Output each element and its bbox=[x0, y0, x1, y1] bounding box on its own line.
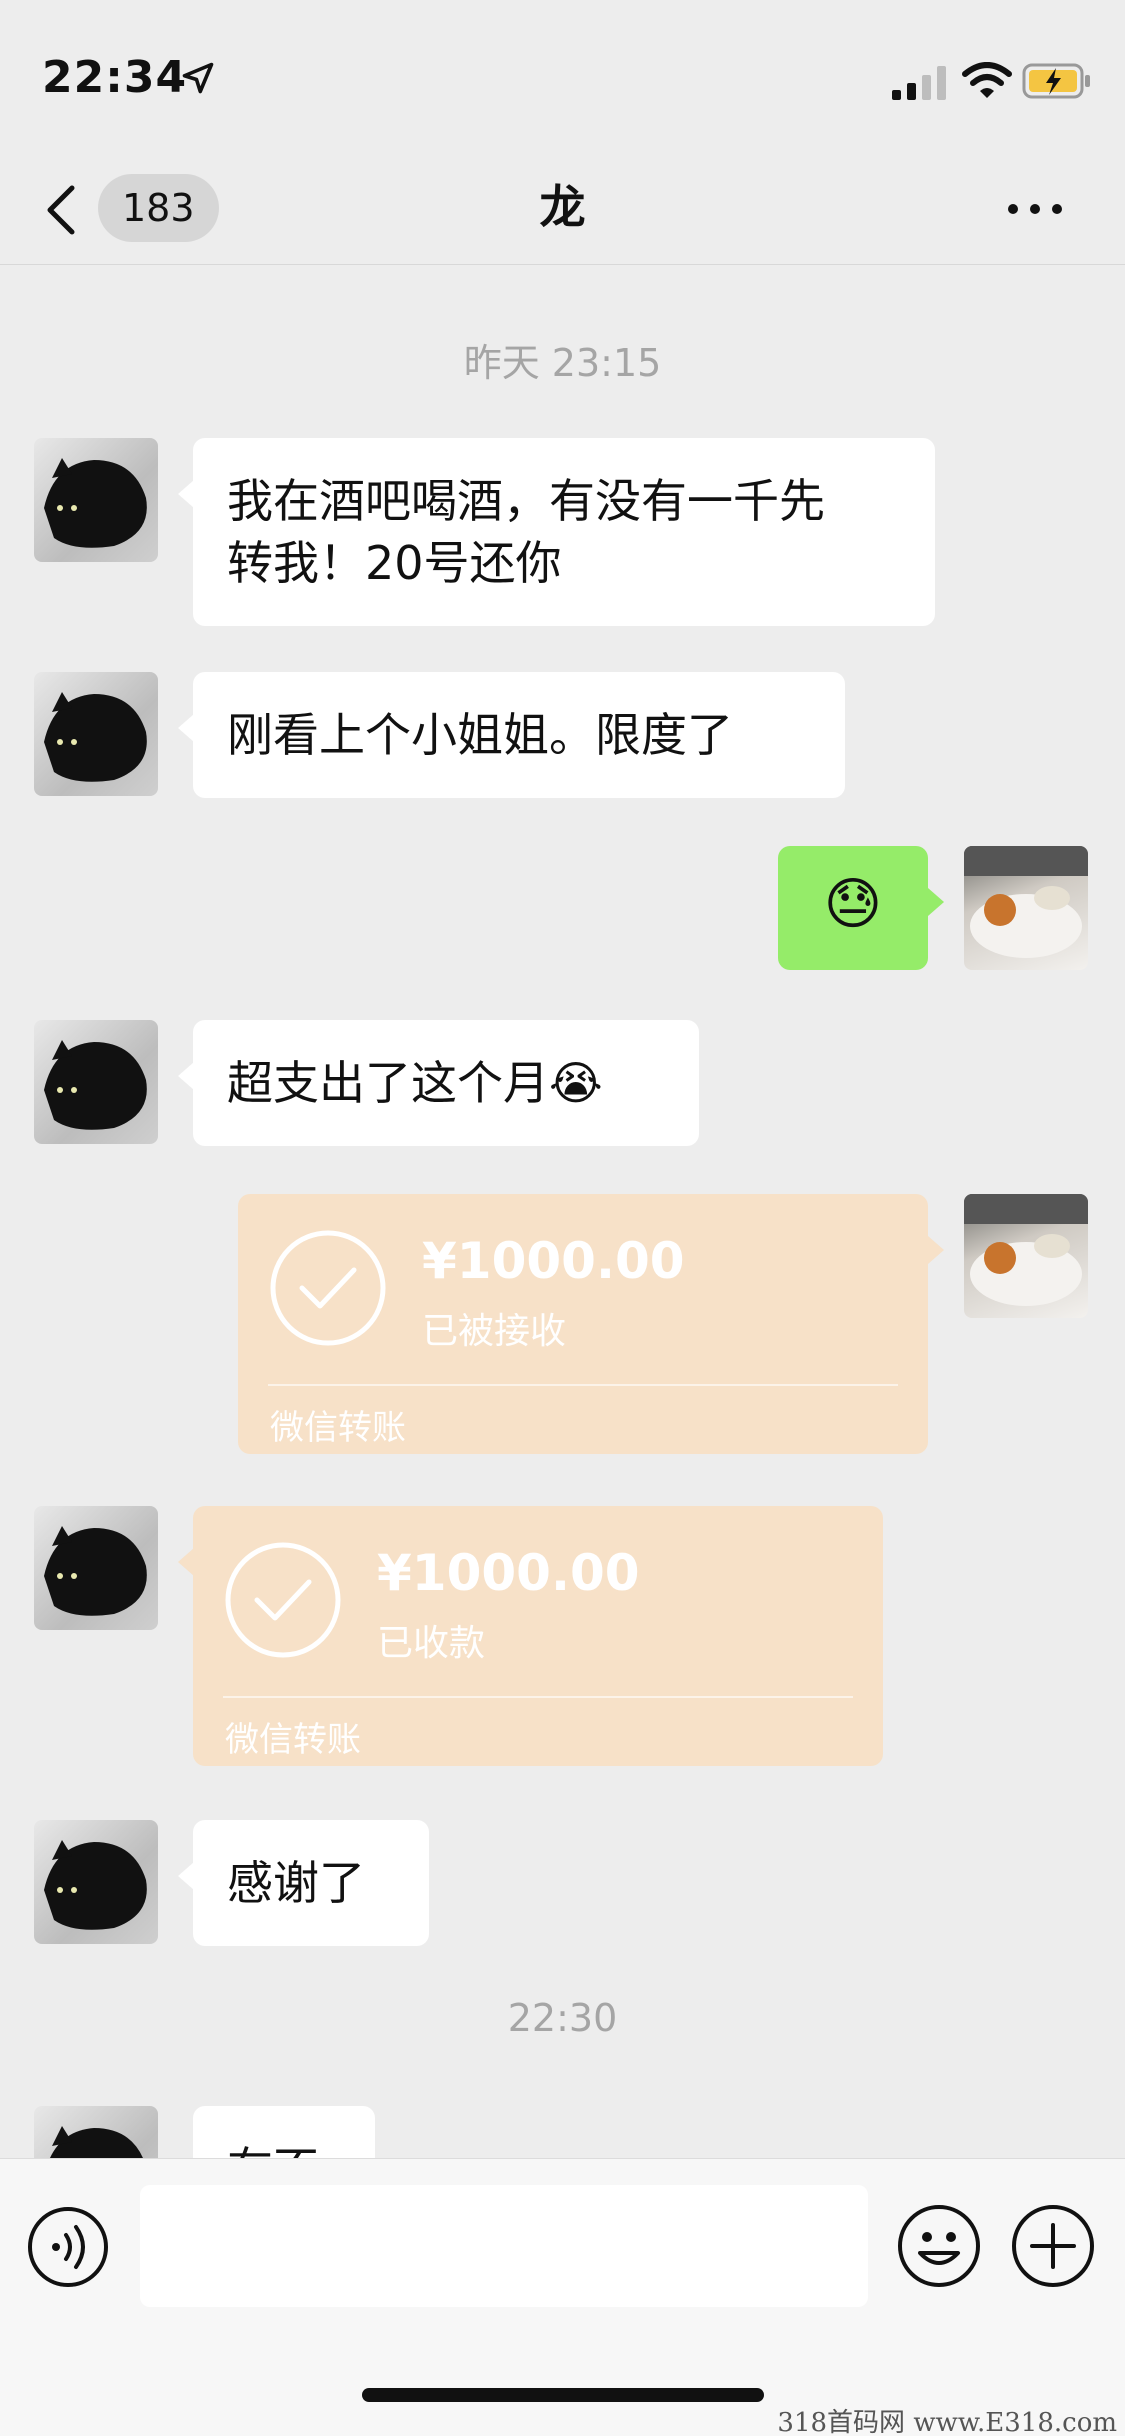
unread-count-badge: 183 bbox=[98, 174, 219, 242]
chevron-left-icon bbox=[47, 185, 75, 235]
voice-input-icon[interactable] bbox=[26, 2205, 110, 2289]
contact-avatar[interactable] bbox=[34, 1506, 158, 1630]
food-avatar-image bbox=[964, 846, 1088, 958]
check-circle-icon bbox=[270, 1230, 386, 1346]
check-circle-icon bbox=[225, 1542, 341, 1658]
transfer-amount: ¥1000.00 bbox=[377, 1544, 640, 1602]
plus-circle-icon[interactable] bbox=[1010, 2203, 1096, 2289]
contact-avatar[interactable] bbox=[34, 1020, 158, 1144]
contact-avatar[interactable] bbox=[34, 672, 158, 796]
transfer-status: 已收款 bbox=[377, 1623, 486, 1664]
transfer-card[interactable]: ¥1000.00 已收款 微信转账 bbox=[193, 1506, 883, 1766]
location-arrow-icon bbox=[182, 62, 214, 94]
transfer-footer: 微信转账 bbox=[270, 1408, 406, 1448]
timestamp: 昨天 23:15 bbox=[463, 341, 662, 385]
message-bubble[interactable]: 在不 bbox=[193, 2106, 375, 2158]
status-time: 22:34 bbox=[42, 52, 188, 103]
cat-avatar-image bbox=[44, 1040, 147, 1130]
more-button[interactable] bbox=[1000, 178, 1070, 238]
home-indicator[interactable] bbox=[362, 2388, 764, 2402]
message-input[interactable] bbox=[140, 2185, 868, 2307]
message-bubble[interactable]: 超支出了这个月😭 bbox=[193, 1020, 699, 1146]
emoji-message-bubble[interactable]: 😓 bbox=[778, 846, 928, 970]
message-bubble[interactable]: 刚看上个小姐姐。限度了 bbox=[193, 672, 845, 798]
more-dots-icon bbox=[1008, 204, 1018, 214]
watermark: 318首码网 www.E318.com bbox=[777, 2408, 1117, 2436]
message-bubble[interactable]: 我在酒吧喝酒，有没有一千先 转我！20号还你 bbox=[193, 438, 935, 626]
nav-bar: 183 龙 bbox=[0, 150, 1125, 265]
contact-avatar[interactable] bbox=[34, 2106, 158, 2158]
chat-message-list[interactable]: 昨天 23:15 我在酒吧喝酒，有没有一千先 转我！20号还你 刚看上个小姐姐。… bbox=[0, 266, 1125, 2158]
wifi-icon bbox=[962, 62, 1012, 98]
timestamp: 22:30 bbox=[507, 1996, 618, 2040]
divider bbox=[223, 1696, 853, 1698]
cellular-signal-icon bbox=[892, 66, 946, 100]
cat-avatar-image bbox=[44, 692, 147, 782]
my-avatar[interactable] bbox=[964, 1194, 1088, 1318]
cat-avatar-image bbox=[44, 1526, 147, 1616]
cat-avatar-image bbox=[44, 458, 147, 548]
cat-avatar-image bbox=[44, 1840, 147, 1930]
food-avatar-image bbox=[964, 1194, 1088, 1306]
transfer-card[interactable]: ¥1000.00 已被接收 微信转账 bbox=[238, 1194, 928, 1454]
transfer-footer: 微信转账 bbox=[225, 1720, 361, 1760]
emoji-smile-icon[interactable] bbox=[896, 2203, 982, 2289]
contact-avatar[interactable] bbox=[34, 1820, 158, 1944]
transfer-status: 已被接收 bbox=[422, 1311, 567, 1352]
divider bbox=[268, 1384, 898, 1386]
status-bar: 22:34 bbox=[0, 0, 1125, 150]
back-button[interactable]: 183 bbox=[36, 170, 226, 246]
cat-avatar-image bbox=[49, 2126, 143, 2158]
my-avatar[interactable] bbox=[964, 846, 1088, 970]
battery-charging-icon bbox=[1022, 63, 1090, 99]
contact-avatar[interactable] bbox=[34, 438, 158, 562]
message-bubble[interactable]: 感谢了 bbox=[193, 1820, 429, 1946]
transfer-amount: ¥1000.00 bbox=[422, 1232, 685, 1290]
